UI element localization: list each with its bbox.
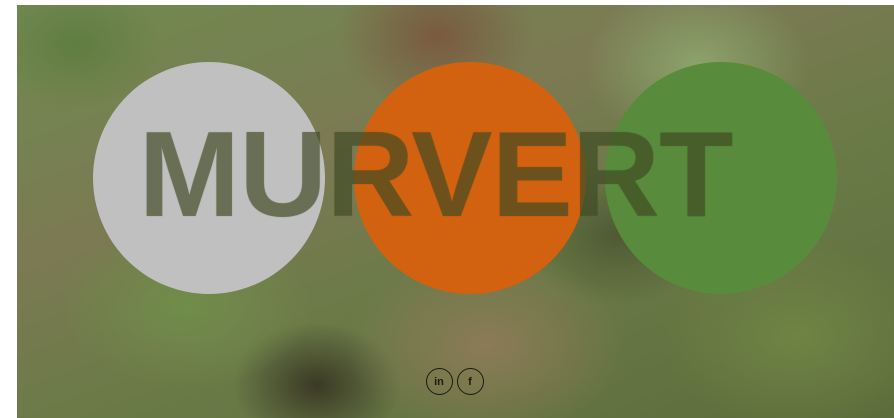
linkedin-icon: in: [434, 375, 444, 388]
brand-logo-text: MURVERT: [138, 106, 733, 242]
social-links: in f: [17, 368, 894, 395]
facebook-icon: f: [468, 375, 472, 388]
hero-section: MURVERT in f: [17, 5, 894, 418]
facebook-button[interactable]: f: [456, 368, 484, 395]
linkedin-button[interactable]: in: [425, 368, 453, 395]
